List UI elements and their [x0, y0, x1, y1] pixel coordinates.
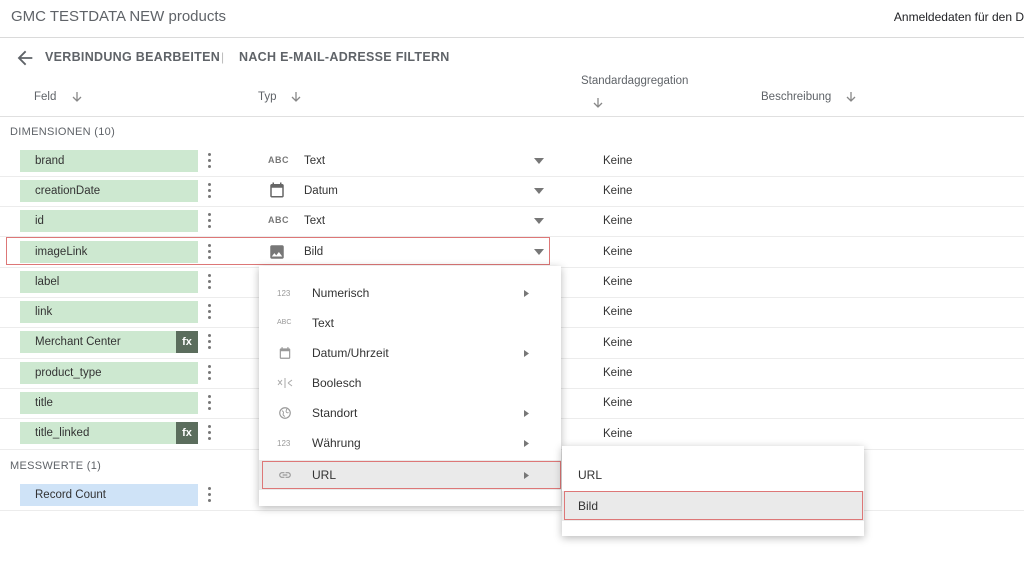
- more-vert-icon[interactable]: [206, 183, 212, 199]
- calculated-field-badge[interactable]: fx: [176, 422, 198, 444]
- more-vert-icon[interactable]: [206, 365, 212, 381]
- field-chip-title[interactable]: title: [20, 392, 198, 414]
- field-chip-creationDate[interactable]: creationDate: [20, 180, 198, 202]
- abc-icon: ABC: [277, 319, 292, 326]
- title-bar: GMC TESTDATA NEW products Anmeldedaten f…: [0, 0, 1024, 38]
- field-chip-brand[interactable]: brand: [20, 150, 198, 172]
- header-divider: [0, 116, 1024, 117]
- dropdown-caret-icon[interactable]: [534, 218, 544, 224]
- more-vert-icon[interactable]: [206, 425, 212, 441]
- calculated-field-badge[interactable]: fx: [176, 331, 198, 353]
- more-vert-icon[interactable]: [206, 244, 212, 260]
- aggregation-value[interactable]: Keine: [603, 397, 632, 409]
- menu-item-datetime[interactable]: Datum/Uhrzeit: [259, 338, 561, 368]
- field-chip-id[interactable]: id: [20, 210, 198, 232]
- sort-arrow-icon[interactable]: [71, 91, 83, 103]
- sort-arrow-icon[interactable]: [592, 97, 604, 109]
- field-type-label[interactable]: Bild: [304, 246, 323, 258]
- column-header-aggregation[interactable]: Standardaggregation: [581, 75, 688, 87]
- filter-by-email-button[interactable]: NACH E-MAIL-ADRESSE FILTERN: [239, 50, 450, 64]
- menu-item-text[interactable]: ABC Text: [259, 308, 561, 338]
- dropdown-caret-icon[interactable]: [534, 249, 544, 255]
- aggregation-value[interactable]: Keine: [603, 337, 632, 349]
- row-divider: [0, 176, 1024, 177]
- submenu-arrow-icon: [524, 410, 529, 417]
- more-vert-icon[interactable]: [206, 334, 212, 350]
- url-submenu: URL Bild: [562, 446, 864, 536]
- column-header-field[interactable]: Feld: [34, 91, 56, 103]
- sort-arrow-icon[interactable]: [290, 91, 302, 103]
- sort-arrow-icon[interactable]: [845, 91, 857, 103]
- submenu-arrow-icon: [524, 440, 529, 447]
- submenu-item-image[interactable]: Bild: [562, 491, 864, 521]
- field-type-label[interactable]: Text: [304, 215, 325, 227]
- dropdown-caret-icon[interactable]: [534, 158, 544, 164]
- menu-item-boolean[interactable]: Boolesch: [259, 368, 561, 398]
- field-chip-label[interactable]: label: [20, 271, 198, 293]
- data-source-title: GMC TESTDATA NEW products: [11, 8, 227, 25]
- aggregation-value[interactable]: Keine: [603, 185, 632, 197]
- calendar-icon: [279, 347, 291, 359]
- image-icon: [270, 245, 284, 259]
- row-divider: [0, 206, 1024, 207]
- aggregation-value[interactable]: Keine: [603, 155, 632, 167]
- link-icon: [279, 472, 291, 478]
- aggregation-value[interactable]: Keine: [603, 306, 632, 318]
- toolbar-separator: |: [221, 50, 225, 64]
- calendar-icon: [270, 182, 284, 198]
- number-icon: 123: [277, 289, 291, 298]
- submenu-item-url[interactable]: URL: [562, 460, 864, 490]
- back-arrow-icon[interactable]: [14, 47, 36, 69]
- more-vert-icon[interactable]: [206, 304, 212, 320]
- more-vert-icon[interactable]: [206, 153, 212, 169]
- row-divider: [0, 510, 1024, 511]
- more-vert-icon[interactable]: [206, 274, 212, 290]
- field-chip-record-count[interactable]: Record Count: [20, 484, 198, 506]
- submenu-arrow-icon: [524, 350, 529, 357]
- edit-connection-button[interactable]: VERBINDUNG BEARBEITEN: [45, 50, 220, 64]
- column-header-description[interactable]: Beschreibung: [761, 91, 831, 103]
- more-vert-icon[interactable]: [206, 487, 212, 503]
- dropdown-caret-icon[interactable]: [534, 188, 544, 194]
- more-vert-icon[interactable]: [206, 395, 212, 411]
- field-chip-imageLink[interactable]: imageLink: [20, 241, 198, 263]
- field-type-label[interactable]: Datum: [304, 185, 338, 197]
- more-vert-icon[interactable]: [206, 213, 212, 229]
- submenu-arrow-icon: [524, 290, 529, 297]
- globe-icon: [279, 407, 291, 419]
- field-chip-title-linked[interactable]: title_linked: [20, 422, 198, 444]
- abc-icon: ABC: [268, 155, 289, 165]
- dimensions-section-label: DIMENSIONEN (10): [10, 126, 116, 138]
- abc-icon: ABC: [268, 215, 289, 225]
- field-chip-product-type[interactable]: product_type: [20, 362, 198, 384]
- row-divider: [0, 236, 1024, 237]
- menu-item-currency[interactable]: 123 Währung: [259, 428, 561, 458]
- aggregation-value[interactable]: Keine: [603, 428, 632, 440]
- metrics-section-label: MESSWERTE (1): [10, 460, 102, 472]
- aggregation-value[interactable]: Keine: [603, 246, 632, 258]
- aggregation-value[interactable]: Keine: [603, 367, 632, 379]
- boolean-icon: [277, 378, 293, 388]
- field-chip-link[interactable]: link: [20, 301, 198, 323]
- submenu-arrow-icon: [524, 472, 529, 479]
- aggregation-value[interactable]: Keine: [603, 276, 632, 288]
- aggregation-value[interactable]: Keine: [603, 215, 632, 227]
- credentials-link[interactable]: Anmeldedaten für den D: [894, 10, 1024, 24]
- type-menu: 123 Numerisch ABC Text Datum/Uhrzeit Boo…: [259, 266, 561, 506]
- number-icon: 123: [277, 439, 291, 448]
- menu-item-numeric[interactable]: 123 Numerisch: [259, 278, 561, 308]
- field-chip-merchant-center[interactable]: Merchant Center: [20, 331, 198, 353]
- toolbar: VERBINDUNG BEARBEITEN | NACH E-MAIL-ADRE…: [0, 39, 1024, 77]
- menu-item-location[interactable]: Standort: [259, 398, 561, 428]
- menu-item-url[interactable]: URL: [259, 460, 561, 490]
- column-header-type[interactable]: Typ: [258, 91, 277, 103]
- field-type-label[interactable]: Text: [304, 155, 325, 167]
